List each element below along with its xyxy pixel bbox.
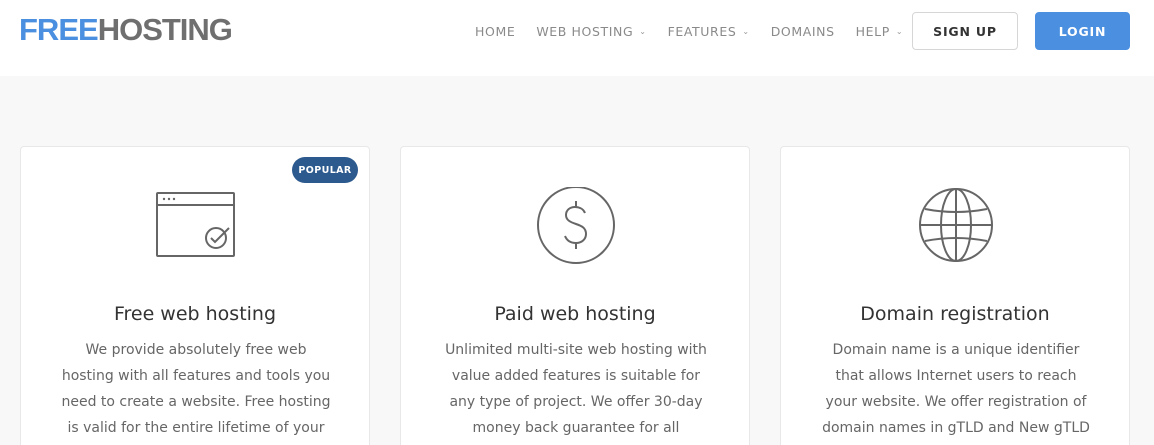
nav-help-label: HELP <box>855 23 890 39</box>
chevron-down-icon: ⌄ <box>639 26 647 36</box>
globe-icon <box>911 187 1001 267</box>
card-title: Domain registration <box>860 303 1050 325</box>
chevron-down-icon: ⌄ <box>742 26 750 36</box>
card-description: Domain name is a unique identifier that … <box>822 342 1090 436</box>
nav-home[interactable]: HOME <box>475 22 515 40</box>
card-title: Paid web hosting <box>494 303 656 325</box>
login-button[interactable]: LOGIN <box>1035 12 1130 50</box>
nav-home-label: HOME <box>475 23 516 39</box>
nav-features-label: FEATURES <box>667 23 737 39</box>
card-description: We provide absolutely free web hosting w… <box>61 342 331 436</box>
card-title: Free web hosting <box>113 303 277 325</box>
dollar-icon <box>531 186 621 267</box>
card-paid-hosting[interactable]: Paid web hosting Unlimited multi-site we… <box>400 146 750 445</box>
card-description: Unlimited multi-site web hosting with va… <box>445 342 707 436</box>
nav-web-hosting-label: WEB HOSTING <box>536 23 634 39</box>
sign-up-button[interactable]: SIGN UP <box>912 12 1018 50</box>
nav-web-hosting[interactable]: WEB HOSTING ⌄ <box>536 22 646 40</box>
nav-domains-label: DOMAINS <box>770 23 835 39</box>
nav-features[interactable]: FEATURES ⌄ <box>668 22 750 40</box>
nav-help[interactable]: HELP ⌄ <box>856 22 904 40</box>
site-header: FREEHOSTING HOME WEB HOSTING ⌄ FEATURES … <box>0 0 1154 76</box>
chevron-down-icon: ⌄ <box>895 26 904 36</box>
card-domain-registration[interactable]: Domain registration Domain name is a uni… <box>780 146 1130 445</box>
main-nav: HOME WEB HOSTING ⌄ FEATURES ⌄ DOMAINS HE… <box>475 22 924 40</box>
card-free-hosting[interactable]: POPULAR Free web hosting We provide abso… <box>20 146 370 445</box>
site-logo[interactable]: FREEHOSTING <box>19 12 233 48</box>
browser-check-icon <box>151 187 241 267</box>
nav-domains[interactable]: DOMAINS <box>771 22 835 40</box>
popular-badge: POPULAR <box>292 157 358 183</box>
logo-hosting-text: HOSTING <box>97 12 233 47</box>
logo-free-text: FREE <box>19 12 99 47</box>
